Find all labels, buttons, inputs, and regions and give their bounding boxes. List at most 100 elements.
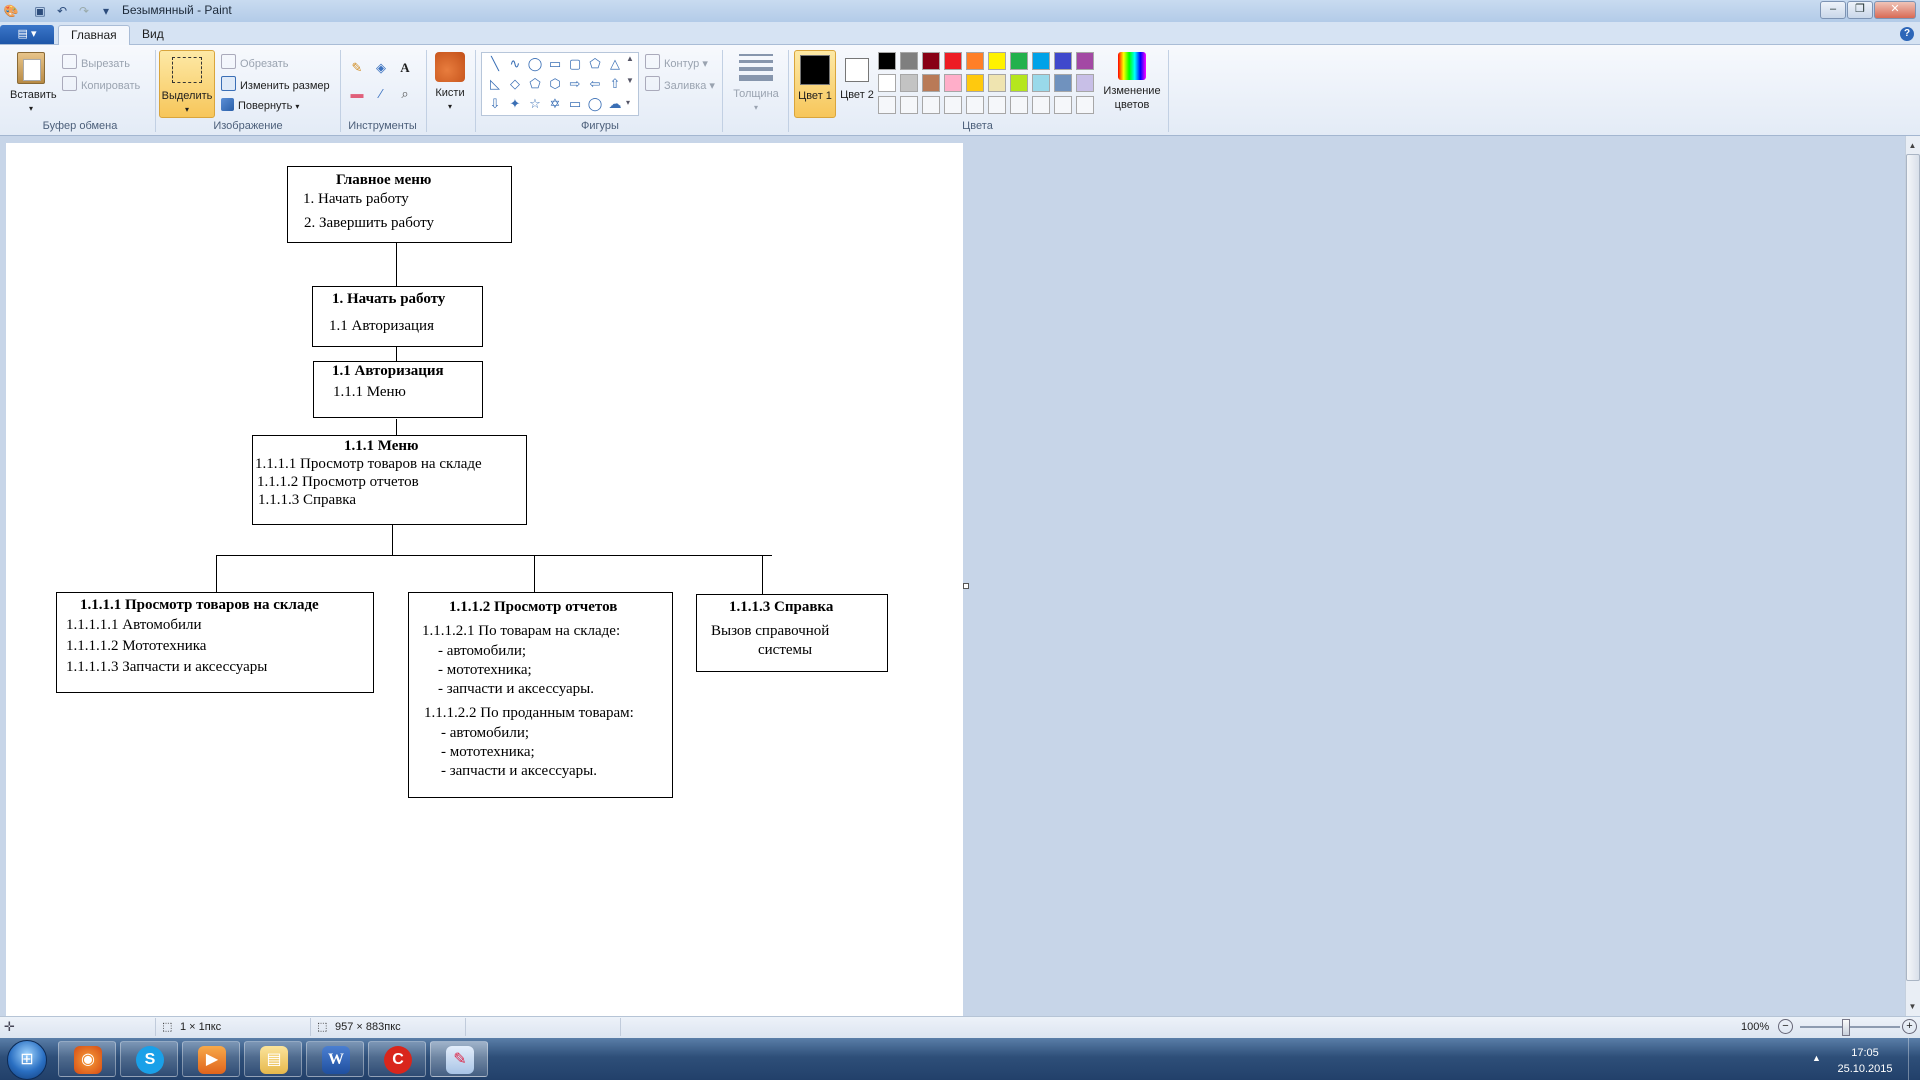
palette-swatch[interactable] [966,52,984,70]
right-arrow-shape-icon[interactable]: ⇨ [566,75,584,93]
palette-swatch-empty[interactable] [1010,96,1028,114]
edit-colors-button[interactable]: Изменение цветов [1100,52,1164,116]
magnifier-icon[interactable]: ⌕ [394,83,416,105]
size-button[interactable]: Толщина ▾ [730,52,782,116]
zoom-out-button[interactable]: − [1778,1019,1793,1034]
palette-swatch-empty[interactable] [1054,96,1072,114]
polygon-shape-icon[interactable]: ⬠ [586,55,604,73]
oval-callout-shape-icon[interactable]: ◯ [586,95,604,113]
oval-shape-icon[interactable]: ◯ [526,55,544,73]
palette-swatch[interactable] [1032,52,1050,70]
file-menu-button[interactable]: ▤ ▾ [0,25,54,44]
resize-button[interactable]: Изменить размер [221,76,330,93]
line-shape-icon[interactable]: ╲ [486,55,504,73]
minimize-button[interactable]: – [1820,1,1846,19]
fill-button[interactable]: Заливка ▾ [645,76,715,93]
scrollbar-thumb[interactable] [1906,154,1920,981]
palette-swatch[interactable] [900,74,918,92]
palette-swatch-empty[interactable] [966,96,984,114]
taskbar-media-player[interactable]: ▶ [182,1041,240,1077]
hexagon-shape-icon[interactable]: ⬡ [546,75,564,93]
taskbar-app[interactable]: C [368,1041,426,1077]
palette-swatch[interactable] [1054,74,1072,92]
palette-swatch[interactable] [922,52,940,70]
copy-button[interactable]: Копировать [62,76,140,93]
taskbar-skype[interactable]: S [120,1041,178,1077]
palette-swatch-empty[interactable] [988,96,1006,114]
palette-swatch[interactable] [1010,52,1028,70]
tab-home[interactable]: Главная [58,25,130,46]
palette-swatch-empty[interactable] [900,96,918,114]
zoom-slider-track[interactable] [1800,1026,1900,1028]
help-icon[interactable]: ? [1900,27,1914,41]
fill-bucket-icon[interactable]: ◈ [370,57,392,79]
diamond-shape-icon[interactable]: ◇ [506,75,524,93]
maximize-button[interactable]: ❐ [1847,1,1873,19]
text-tool-icon[interactable]: A [394,57,416,79]
palette-swatch-empty[interactable] [1032,96,1050,114]
palette-swatch[interactable] [1054,52,1072,70]
palette-swatch[interactable] [1076,74,1094,92]
color1-button[interactable]: Цвет 1 [794,50,836,118]
palette-swatch-empty[interactable] [878,96,896,114]
taskbar-firefox[interactable]: ◉ [58,1041,116,1077]
outline-button[interactable]: Контур ▾ [645,54,708,71]
shapes-more-icon[interactable]: ▾ [626,98,630,107]
show-desktop-button[interactable] [1908,1038,1920,1080]
start-button[interactable]: ⊞ [7,1040,47,1080]
tab-view[interactable]: Вид [130,25,176,45]
eraser-icon[interactable]: ▬ [346,83,368,105]
pentagon-shape-icon[interactable]: ⬠ [526,75,544,93]
palette-swatch[interactable] [966,74,984,92]
cloud-callout-shape-icon[interactable]: ☁ [606,95,624,113]
shapes-scroll-up-icon[interactable]: ▲ [626,54,634,63]
zoom-in-button[interactable]: + [1902,1019,1917,1034]
rotate-button[interactable]: Повернуть ▾ [221,98,299,114]
palette-swatch-empty[interactable] [922,96,940,114]
rectangle-shape-icon[interactable]: ▭ [546,55,564,73]
palette-swatch-empty[interactable] [1076,96,1094,114]
up-arrow-shape-icon[interactable]: ⇧ [606,75,624,93]
brushes-button[interactable]: Кисти ▾ [430,52,470,116]
canvas-resize-handle[interactable] [963,583,969,589]
shapes-scroll-down-icon[interactable]: ▼ [626,76,634,85]
palette-swatch[interactable] [922,74,940,92]
select-button[interactable]: Выделить ▾ [159,50,215,118]
taskbar-paint[interactable]: ✎ [430,1041,488,1077]
close-button[interactable]: ✕ [1874,1,1916,19]
undo-icon[interactable]: ↶ [54,3,70,19]
palette-swatch[interactable] [944,52,962,70]
paint-app-icon[interactable]: 🎨 [3,3,19,19]
redo-icon[interactable]: ↷ [76,3,92,19]
right-triangle-shape-icon[interactable]: ◺ [486,75,504,93]
color-picker-icon[interactable]: ⁄ [370,83,392,105]
paste-button[interactable]: Вставить ▾ [10,52,57,113]
taskbar-explorer[interactable]: ▤ [244,1041,302,1077]
palette-swatch[interactable] [900,52,918,70]
rect-callout-shape-icon[interactable]: ▭ [566,95,584,113]
taskbar-clock[interactable]: 17:05 25.10.2015 [1830,1045,1900,1077]
palette-swatch[interactable] [1032,74,1050,92]
quick-access-dropdown-icon[interactable]: ▾ [98,3,114,19]
left-arrow-shape-icon[interactable]: ⇦ [586,75,604,93]
palette-swatch[interactable] [988,74,1006,92]
four-point-star-shape-icon[interactable]: ✦ [506,95,524,113]
six-point-star-shape-icon[interactable]: ✡ [546,95,564,113]
palette-swatch[interactable] [988,52,1006,70]
pencil-icon[interactable]: ✎ [346,57,368,79]
crop-button[interactable]: Обрезать [221,54,289,71]
palette-swatch[interactable] [878,74,896,92]
palette-swatch-empty[interactable] [944,96,962,114]
drawing-canvas[interactable]: Главное меню 1. Начать работу 2. Заверши… [6,143,963,1016]
triangle-shape-icon[interactable]: △ [606,55,624,73]
palette-swatch[interactable] [944,74,962,92]
palette-swatch[interactable] [1076,52,1094,70]
scroll-down-icon[interactable]: ▼ [1905,999,1920,1014]
five-point-star-shape-icon[interactable]: ☆ [526,95,544,113]
down-arrow-shape-icon[interactable]: ⇩ [486,95,504,113]
scroll-up-icon[interactable]: ▲ [1905,138,1920,153]
curve-shape-icon[interactable]: ∿ [506,55,524,73]
rounded-rectangle-shape-icon[interactable]: ▢ [566,55,584,73]
taskbar-word[interactable]: W [306,1041,364,1077]
palette-swatch[interactable] [1010,74,1028,92]
